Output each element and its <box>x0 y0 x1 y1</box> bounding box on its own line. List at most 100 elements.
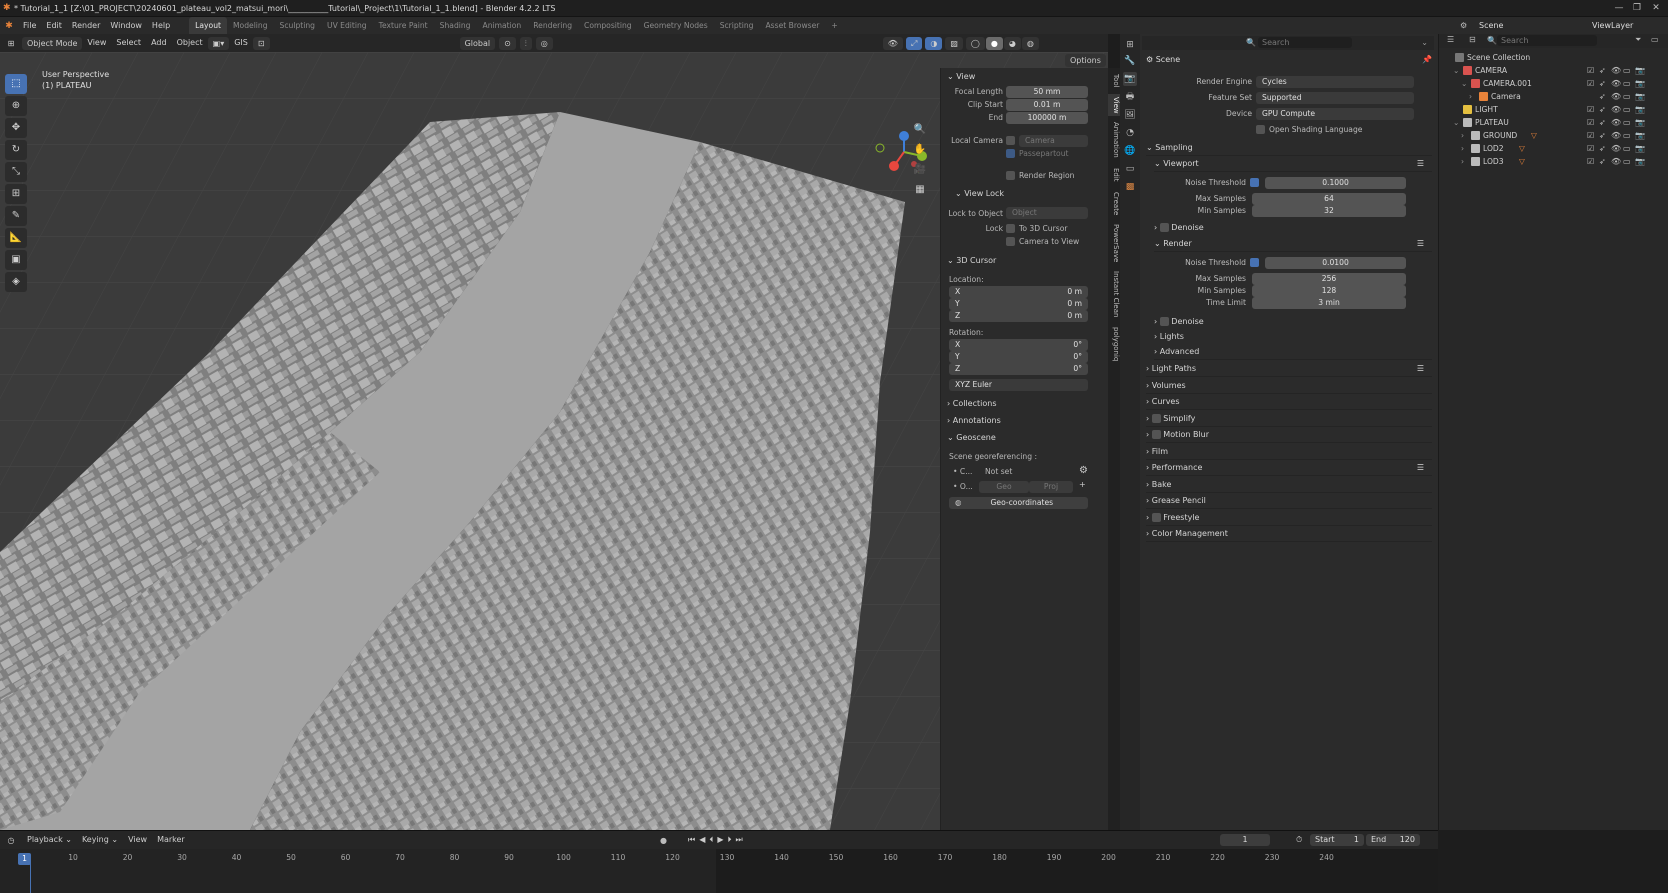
scale-tool-icon[interactable]: ⤡ <box>5 162 27 182</box>
dropdown-icon[interactable]: ⌄ <box>1421 38 1428 47</box>
cursor-rotation-y[interactable]: Y 0° <box>949 351 1088 363</box>
viewport-monitor-icon[interactable]: ▭ <box>1623 155 1631 168</box>
pivot-icon[interactable]: ⊙ <box>499 36 516 50</box>
tab-polygoniq[interactable]: polygoniq <box>1108 324 1120 364</box>
vp-min-samples-field[interactable]: 32 <box>1252 205 1406 217</box>
expand-icon[interactable]: › <box>1461 129 1464 142</box>
display-mode-icon[interactable]: ⊟ <box>1469 35 1476 44</box>
curves-panel-header[interactable]: › Curves <box>1146 394 1432 410</box>
object-type-dropdown[interactable]: ▣▾ <box>207 36 230 50</box>
workspace-tab-modeling[interactable]: Modeling <box>227 17 274 34</box>
view-layer-tab-icon[interactable]: 🖼 <box>1123 108 1137 122</box>
simplify-checkbox[interactable] <box>1151 414 1161 423</box>
cursor-tool-icon[interactable]: ⊕ <box>5 96 27 116</box>
playhead[interactable]: 1 <box>18 853 31 865</box>
selectable-icon[interactable]: ➶ <box>1599 90 1606 103</box>
viewport-monitor-icon[interactable]: ▭ <box>1623 116 1631 129</box>
viewport-subpanel-header[interactable]: ⌄ Viewport ☰ <box>1154 156 1432 172</box>
playback-menu[interactable]: Playback ⌄ <box>22 831 77 849</box>
workspace-tab-geometry-nodes[interactable]: Geometry Nodes <box>638 17 714 34</box>
motion-blur-panel-header[interactable]: › Motion Blur <box>1146 427 1432 443</box>
viewport-monitor-icon[interactable]: ▭ <box>1623 90 1631 103</box>
outliner-row-plateau[interactable]: ⌄ PLATEAU ☑ ➶ 👁 ▭ 📷 <box>1439 116 1668 129</box>
r-denoise-subpanel-header[interactable]: › Denoise <box>1154 314 1432 330</box>
properties-editor-type-icon[interactable]: ⊞ <box>1123 38 1137 52</box>
tab-animation[interactable]: Animation <box>1108 120 1120 160</box>
menu-window[interactable]: Window <box>105 17 147 34</box>
menu-render[interactable]: Render <box>67 17 105 34</box>
expand-icon[interactable]: › <box>1469 90 1472 103</box>
outliner-search-input[interactable]: Search <box>1497 35 1597 46</box>
playback-controls[interactable]: ⏮◀⏴▶⏵⏭ <box>688 835 747 845</box>
selectable-icon[interactable]: ➶ <box>1599 64 1606 77</box>
render-camera-icon[interactable]: 📷 <box>1635 103 1645 116</box>
output-tab-icon[interactable]: 🖶 <box>1123 90 1137 104</box>
custom-tool-icon[interactable]: ◈ <box>5 272 27 292</box>
mode-dropdown[interactable]: Object Mode <box>22 36 83 50</box>
collapse-icon[interactable]: ⌄ <box>1453 116 1459 129</box>
keying-menu[interactable]: Keying ⌄ <box>77 831 123 849</box>
wireframe-shading-icon[interactable]: ◯ <box>965 36 985 50</box>
visibility-icon[interactable]: 👁 <box>882 36 903 50</box>
selectable-icon[interactable]: ➶ <box>1599 103 1606 116</box>
color-management-panel-header[interactable]: › Color Management <box>1146 526 1432 542</box>
geo-button[interactable]: Geo <box>979 481 1029 493</box>
render-camera-icon[interactable]: 📷 <box>1635 129 1645 142</box>
blender-menu-icon[interactable]: ✱ <box>0 21 18 31</box>
workspace-tab-rendering[interactable]: Rendering <box>527 17 578 34</box>
r-time-limit-field[interactable]: 3 min <box>1252 297 1406 309</box>
focal-length-field[interactable]: 50 mm <box>1006 86 1088 98</box>
view-lock-section-header[interactable]: ⌄ View Lock <box>955 189 1004 198</box>
tab-instant-clean[interactable]: Instant Clean <box>1108 268 1120 320</box>
outliner-row-scene-collection[interactable]: Scene Collection <box>1439 51 1668 64</box>
render-camera-icon[interactable]: 📷 <box>1635 116 1645 129</box>
clip-end-field[interactable]: 100000 m <box>1006 112 1088 124</box>
lock-object-field[interactable]: Object <box>1006 207 1088 219</box>
gis-menu[interactable]: GIS <box>229 34 253 52</box>
world-tab-icon[interactable]: 🌐 <box>1123 144 1137 158</box>
workspace-tab-animation[interactable]: Animation <box>477 17 528 34</box>
end-frame-field[interactable]: End 120 <box>1366 834 1420 846</box>
exclude-checkbox-icon[interactable]: ☑ <box>1587 129 1594 142</box>
proportional-edit-icon[interactable]: ◎ <box>535 36 553 50</box>
minimize-icon[interactable]: — <box>1612 3 1626 14</box>
viewport-monitor-icon[interactable]: ▭ <box>1623 64 1631 77</box>
filter-icon[interactable]: ⏷ <box>1635 35 1641 45</box>
simplify-panel-header[interactable]: › Simplify <box>1146 411 1432 427</box>
zoom-icon[interactable]: 🔍 <box>912 122 928 138</box>
menu-help[interactable]: Help <box>147 17 175 34</box>
clip-start-field[interactable]: 0.01 m <box>1006 99 1088 111</box>
tab-tool[interactable]: Tool <box>1108 70 1120 92</box>
visibility-eye-icon[interactable]: 👁 <box>1611 77 1621 90</box>
tab-view[interactable]: View <box>1108 94 1120 116</box>
sampling-panel-header[interactable]: ⌄ Sampling <box>1146 140 1432 156</box>
local-camera-checkbox[interactable] <box>1006 136 1015 145</box>
timeline-view-menu[interactable]: View <box>123 831 152 849</box>
render-camera-icon[interactable]: 📷 <box>1635 155 1645 168</box>
selectable-icon[interactable]: ➶ <box>1599 129 1606 142</box>
vp-noise-threshold-checkbox[interactable] <box>1250 178 1259 187</box>
osl-checkbox[interactable] <box>1256 125 1265 134</box>
to-3d-cursor-checkbox[interactable] <box>1006 224 1015 233</box>
add-origin-icon[interactable]: + <box>1079 480 1086 489</box>
add-workspace-icon[interactable]: + <box>825 17 843 34</box>
marker-menu[interactable]: Marker <box>152 831 190 849</box>
options-dropdown[interactable]: Options <box>1065 54 1106 67</box>
performance-presets-icon[interactable]: ☰ <box>1417 460 1424 476</box>
viewport-monitor-icon[interactable]: ▭ <box>1623 103 1631 116</box>
vp-noise-threshold-field[interactable]: 0.1000 <box>1265 177 1406 189</box>
ortho-toggle-icon[interactable]: ▦ <box>912 182 928 198</box>
exclude-checkbox-icon[interactable]: ☑ <box>1587 142 1594 155</box>
freestyle-panel-header[interactable]: › Freestyle <box>1146 510 1432 526</box>
r-denoise-checkbox[interactable] <box>1159 317 1169 326</box>
device-dropdown[interactable]: GPU Compute <box>1256 108 1414 120</box>
pin-icon[interactable]: 📌 <box>1422 55 1432 64</box>
view-section-header[interactable]: ⌄ View <box>947 72 975 81</box>
menu-file[interactable]: File <box>18 17 41 34</box>
gizmo-toggle-icon[interactable]: ⤢ <box>905 36 923 50</box>
workspace-tab-shading[interactable]: Shading <box>434 17 477 34</box>
editor-type-icon[interactable]: ⊞ <box>0 39 22 48</box>
cursor-location-y[interactable]: Y 0 m <box>949 298 1088 310</box>
texture-tab-icon[interactable]: ▩ <box>1123 180 1137 194</box>
select-menu[interactable]: Select <box>111 34 146 52</box>
